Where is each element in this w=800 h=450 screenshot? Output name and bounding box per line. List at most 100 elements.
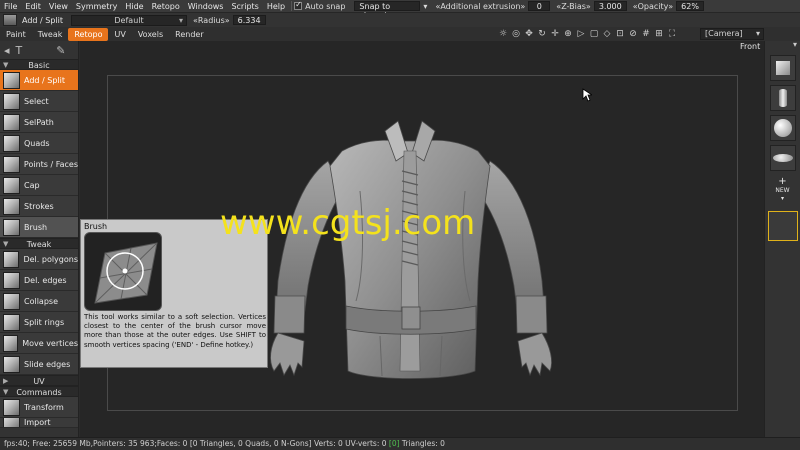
tab-paint[interactable]: Paint — [0, 28, 32, 41]
auto-snap-label: Auto snap — [305, 1, 346, 11]
tool-label: Quads — [24, 138, 50, 148]
tool-label: Brush — [24, 222, 48, 232]
view-icon[interactable]: ◎ — [511, 28, 521, 40]
section-tweak[interactable]: ▼ Tweak — [0, 238, 78, 249]
split-rings-icon — [3, 313, 20, 331]
zoom-icon[interactable]: ⊕ — [563, 28, 573, 40]
menu-edit[interactable]: Edit — [21, 0, 45, 13]
menu-help[interactable]: Help — [263, 0, 289, 13]
menu-windows[interactable]: Windows — [184, 0, 228, 13]
add-split-icon — [3, 71, 20, 89]
section-basic[interactable]: ▼ Basic — [0, 59, 78, 70]
lock-icon[interactable]: ⊡ — [615, 28, 625, 40]
status-bar: fps:40; Free: 25659 Mb,Pointers: 35 963;… — [0, 437, 800, 450]
section-basic-label: Basic — [28, 61, 50, 70]
radius-field[interactable]: 6.334 — [232, 15, 266, 25]
cylinder-primitive[interactable] — [769, 85, 796, 111]
tab-uv[interactable]: UV — [108, 28, 131, 41]
menu-retopo[interactable]: Retopo — [148, 0, 184, 13]
tab-render[interactable]: Render — [169, 28, 209, 41]
tool-options-bar: Add / Split Default «Radius» 6.334 — [0, 13, 800, 27]
snap-mode-arrow-icon[interactable]: ▾ — [423, 2, 427, 11]
section-uv[interactable]: ▶ UV — [0, 375, 78, 386]
tool-import[interactable]: Import — [0, 418, 78, 428]
opacity-field[interactable]: 62% — [676, 1, 704, 11]
light-icon[interactable]: ☼ — [498, 28, 508, 40]
zbias-label: «Z-Bias» — [556, 1, 591, 11]
preset-dropdown[interactable]: Default — [71, 14, 188, 26]
grid-icon[interactable]: # — [641, 28, 651, 40]
menu-file[interactable]: File — [0, 0, 21, 13]
menu-hide[interactable]: Hide — [121, 0, 147, 13]
sphere-primitive[interactable] — [769, 115, 796, 141]
frame-icon[interactable]: ▢ — [589, 28, 599, 40]
cube-primitive[interactable] — [769, 55, 796, 81]
status-uv-count: [0] — [388, 439, 400, 448]
tool-label: Strokes — [24, 201, 54, 211]
section-commands[interactable]: ▼ Commands — [0, 386, 78, 397]
tools-panel: ◂ T ✎ ▼ Basic Add / Split Select SelPath… — [0, 41, 79, 437]
tool-move-vertices[interactable]: Move vertices — [0, 333, 78, 354]
tool-points-faces[interactable]: Points / Faces — [0, 154, 78, 175]
selected-slot[interactable] — [767, 211, 798, 241]
section-tweak-label: Tweak — [26, 240, 52, 249]
disc-primitive[interactable] — [769, 145, 796, 171]
menu-bar: File Edit View Symmetry Hide Retopo Wind… — [0, 0, 800, 20]
room-tabs: Paint Tweak Retopo UV Voxels Render — [0, 27, 800, 41]
tool-label: Select — [24, 96, 49, 106]
del-edges-icon — [3, 271, 20, 289]
tool-transform[interactable]: Transform — [0, 397, 78, 418]
menu-scripts[interactable]: Scripts — [227, 0, 262, 13]
move-icon[interactable]: ✥ — [524, 28, 534, 40]
tool-cap[interactable]: Cap — [0, 175, 78, 196]
wireframe-icon[interactable]: ◇ — [602, 28, 612, 40]
tab-voxels[interactable]: Voxels — [132, 28, 169, 41]
collapse-icon[interactable]: ◂ — [4, 44, 10, 57]
mouse-cursor-icon — [582, 88, 592, 102]
tool-label: Transform — [24, 402, 64, 412]
del-polygons-icon — [3, 250, 20, 268]
menu-view[interactable]: View — [45, 0, 72, 13]
tool-del-polygons[interactable]: Del. polygons — [0, 249, 78, 270]
tools-panel-header: ◂ T ✎ — [0, 41, 78, 59]
section-commands-label: Commands — [16, 388, 62, 397]
chevron-down-icon: ▾ — [780, 195, 784, 202]
tool-label: Add / Split — [24, 75, 66, 85]
auto-snap-checkbox[interactable] — [294, 0, 303, 10]
slide-edges-icon — [3, 355, 20, 373]
watermark: www.cgtsj.com — [220, 203, 476, 243]
snap-icon[interactable]: ⊞ — [654, 28, 664, 40]
quads-icon — [3, 134, 20, 152]
tab-tweak[interactable]: Tweak — [32, 28, 69, 41]
hide-icon[interactable]: ⊘ — [628, 28, 638, 40]
tool-collapse[interactable]: Collapse — [0, 291, 78, 312]
tool-strokes[interactable]: Strokes — [0, 196, 78, 217]
tool-selpath[interactable]: SelPath — [0, 112, 78, 133]
additional-extrusion-field[interactable]: 0 — [528, 1, 551, 11]
tool-slide-edges[interactable]: Slide edges — [0, 354, 78, 375]
menu-symmetry[interactable]: Symmetry — [72, 0, 121, 13]
fullscreen-icon[interactable]: ⛶ — [667, 28, 677, 40]
tool-label: Points / Faces — [23, 159, 78, 169]
panel-menu-icon[interactable]: ▾ — [765, 41, 800, 51]
tab-retopo[interactable]: Retopo — [68, 27, 109, 41]
new-primitive-button[interactable]: + NEW ▾ — [770, 177, 796, 203]
play-icon[interactable]: ▷ — [576, 28, 586, 40]
pan-icon[interactable]: ✛ — [550, 28, 560, 40]
brush-preview-image — [84, 232, 162, 311]
tool-brush[interactable]: Brush — [0, 217, 78, 238]
tool-select[interactable]: Select — [0, 91, 78, 112]
camera-dropdown[interactable]: [Camera] — [700, 28, 764, 40]
zbias-field[interactable]: 3.000 — [593, 1, 627, 11]
rotate-icon[interactable]: ↻ — [537, 28, 547, 40]
text-tool-icon[interactable]: T — [16, 44, 23, 57]
pen-icon[interactable]: ✎ — [56, 44, 65, 57]
opacity-label: «Opacity» — [632, 1, 674, 11]
tool-add-split[interactable]: Add / Split — [0, 70, 78, 91]
tool-quads[interactable]: Quads — [0, 133, 78, 154]
tool-split-rings[interactable]: Split rings — [0, 312, 78, 333]
tool-del-edges[interactable]: Del. edges — [0, 270, 78, 291]
status-triangles: Triangles: 0 — [399, 439, 445, 448]
snap-mode-select[interactable]: Snap to closest — [354, 1, 421, 20]
tool-label: Cap — [24, 180, 40, 190]
